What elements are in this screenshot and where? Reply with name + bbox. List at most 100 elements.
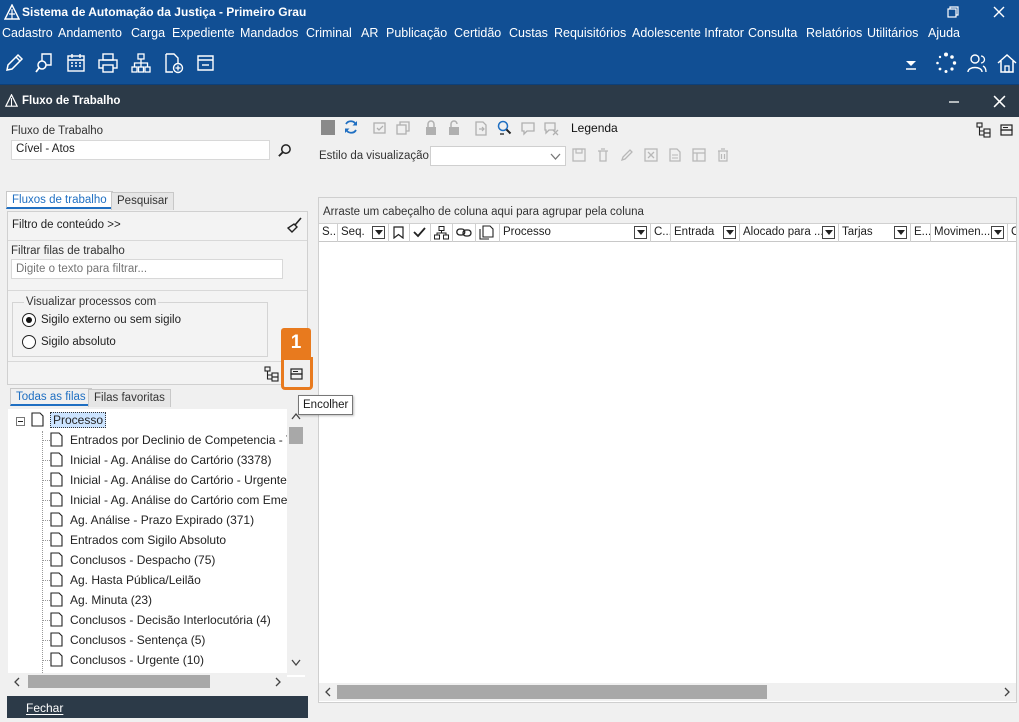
menu-carga[interactable]: Carga [131, 26, 165, 40]
menu-ajuda[interactable]: Ajuda [928, 26, 960, 40]
menu-certidao[interactable]: Certidão [454, 26, 501, 40]
delete-view-icon[interactable] [595, 147, 611, 163]
scroll-down-icon[interactable] [291, 659, 301, 667]
tree-horizontal-scrollbar[interactable] [8, 673, 287, 690]
menu-andamento[interactable]: Andamento [58, 26, 122, 40]
column-alocado-dropdown[interactable] [822, 226, 835, 239]
save-view-icon[interactable] [571, 147, 587, 163]
filtrar-filas-input[interactable] [11, 259, 283, 279]
radio-sigilo-externo-label[interactable]: Sigilo externo ou sem sigilo [41, 314, 181, 326]
menu-consulta[interactable]: Consulta [748, 26, 797, 40]
filtro-conteudo-toggle[interactable]: Filtro de conteúdo >> [12, 219, 121, 231]
menu-criminal[interactable]: Criminal [306, 26, 352, 40]
radio-sigilo-absoluto[interactable] [22, 335, 36, 349]
column-movimento[interactable]: Movimen... [931, 224, 1008, 242]
menu-cadastro[interactable]: Cadastro [2, 26, 53, 40]
legenda-label[interactable]: Legenda [571, 121, 618, 135]
grid-hscroll-thumb[interactable] [337, 685, 767, 699]
copy-icon[interactable] [395, 120, 411, 136]
users-icon[interactable] [966, 52, 988, 74]
menu-custas[interactable]: Custas [509, 26, 548, 40]
column-c[interactable]: C... [651, 224, 671, 242]
fechar-button[interactable]: Fechar [7, 696, 308, 718]
tree-vertical-scrollbar[interactable] [287, 409, 305, 675]
column-hierarchy[interactable] [431, 224, 453, 242]
expand-tree-icon[interactable] [264, 366, 280, 382]
trash-icon[interactable] [715, 147, 731, 163]
tree-scroll-thumb[interactable] [289, 427, 303, 444]
tab-fluxos-de-trabalho[interactable]: Fluxos de trabalho [6, 191, 113, 209]
home-icon[interactable] [996, 52, 1018, 74]
expand-all-icon[interactable] [976, 122, 992, 138]
tree-root-label[interactable]: Processo [50, 412, 107, 428]
print-icon[interactable] [97, 52, 119, 74]
select-icon[interactable] [372, 120, 388, 136]
export-excel-icon[interactable] [643, 147, 659, 163]
search-process-icon[interactable] [34, 52, 56, 74]
fluxo-field[interactable]: Cível - Atos [11, 140, 270, 160]
restore-button[interactable] [930, 0, 976, 24]
tab-pesquisar[interactable]: Pesquisar [111, 192, 175, 210]
refresh-icon[interactable] [343, 119, 359, 135]
minimize-panel-icon[interactable] [948, 96, 960, 108]
group-by-area[interactable]: Arraste um cabeçalho de coluna aqui para… [319, 198, 1016, 224]
comment-icon[interactable] [520, 120, 536, 136]
remove-comment-icon[interactable] [543, 120, 559, 136]
lock-icon[interactable] [423, 120, 439, 136]
menu-adolescente-infrator[interactable]: Adolescente Infrator [632, 26, 744, 40]
tab-filas-favoritas[interactable]: Filas favoritas [88, 389, 171, 407]
menu-relatorios[interactable]: Relatórios [806, 26, 862, 40]
menu-publicacao[interactable]: Publicação [386, 26, 447, 40]
add-document-icon[interactable] [162, 52, 184, 74]
column-tarjas-dropdown[interactable] [894, 226, 907, 239]
tab-todas-as-filas[interactable]: Todas as filas [10, 388, 92, 406]
collapse-all-icon[interactable] [999, 122, 1015, 138]
close-window-button[interactable] [976, 0, 1019, 24]
grid-horizontal-scrollbar[interactable] [319, 683, 1016, 701]
menu-expediente[interactable]: Expediente [172, 26, 235, 40]
menu-ar[interactable]: AR [361, 26, 378, 40]
folder-icon[interactable] [195, 52, 217, 74]
scroll-left-icon[interactable] [13, 677, 21, 687]
menu-utilitarios[interactable]: Utilitários [867, 26, 918, 40]
edit-icon[interactable] [3, 52, 25, 74]
scroll-right-icon[interactable] [274, 677, 282, 687]
hierarchy-icon[interactable] [130, 52, 152, 74]
column-check[interactable] [410, 224, 431, 242]
scroll-right-icon[interactable] [1003, 687, 1011, 697]
stop-icon[interactable] [321, 120, 335, 135]
close-panel-icon[interactable] [993, 95, 1006, 108]
tree-hscroll-thumb[interactable] [28, 675, 210, 688]
column-alocado-para[interactable]: Alocado para ... [740, 224, 839, 242]
column-seq[interactable]: Seq. [338, 224, 389, 242]
column-e[interactable]: E... [911, 224, 931, 242]
column-flag[interactable] [389, 224, 410, 242]
column-attachments[interactable] [476, 224, 500, 242]
column-c2[interactable]: C [1008, 224, 1016, 242]
edit-view-icon[interactable] [619, 147, 635, 163]
dropdown-arrow-icon[interactable] [902, 54, 920, 72]
column-processo-dropdown[interactable] [634, 226, 647, 239]
unlock-icon[interactable] [446, 120, 462, 136]
radio-sigilo-absoluto-label[interactable]: Sigilo absoluto [41, 336, 116, 348]
document-icon[interactable] [667, 147, 683, 163]
collapse-tree-icon[interactable] [16, 417, 25, 426]
encolher-button[interactable] [281, 357, 313, 390]
move-document-icon[interactable] [473, 120, 489, 136]
column-tarjas[interactable]: Tarjas [839, 224, 911, 242]
column-entrada[interactable]: Entrada [671, 224, 740, 242]
layout-icon[interactable] [691, 147, 707, 163]
clear-filter-brush-icon[interactable] [287, 217, 303, 233]
estilo-select[interactable] [430, 146, 566, 166]
column-entrada-dropdown[interactable] [723, 226, 736, 239]
menu-mandados[interactable]: Mandados [240, 26, 298, 40]
column-s[interactable]: S... [319, 224, 338, 242]
menu-requisitorios[interactable]: Requisitórios [554, 26, 626, 40]
calendar-icon[interactable] [65, 52, 87, 74]
column-movimento-dropdown[interactable] [991, 226, 1004, 239]
column-seq-dropdown[interactable] [372, 226, 385, 239]
column-processo[interactable]: Processo [500, 224, 651, 242]
scroll-left-icon[interactable] [324, 687, 332, 697]
search-icon[interactable] [277, 143, 292, 158]
find-icon[interactable] [496, 119, 512, 135]
